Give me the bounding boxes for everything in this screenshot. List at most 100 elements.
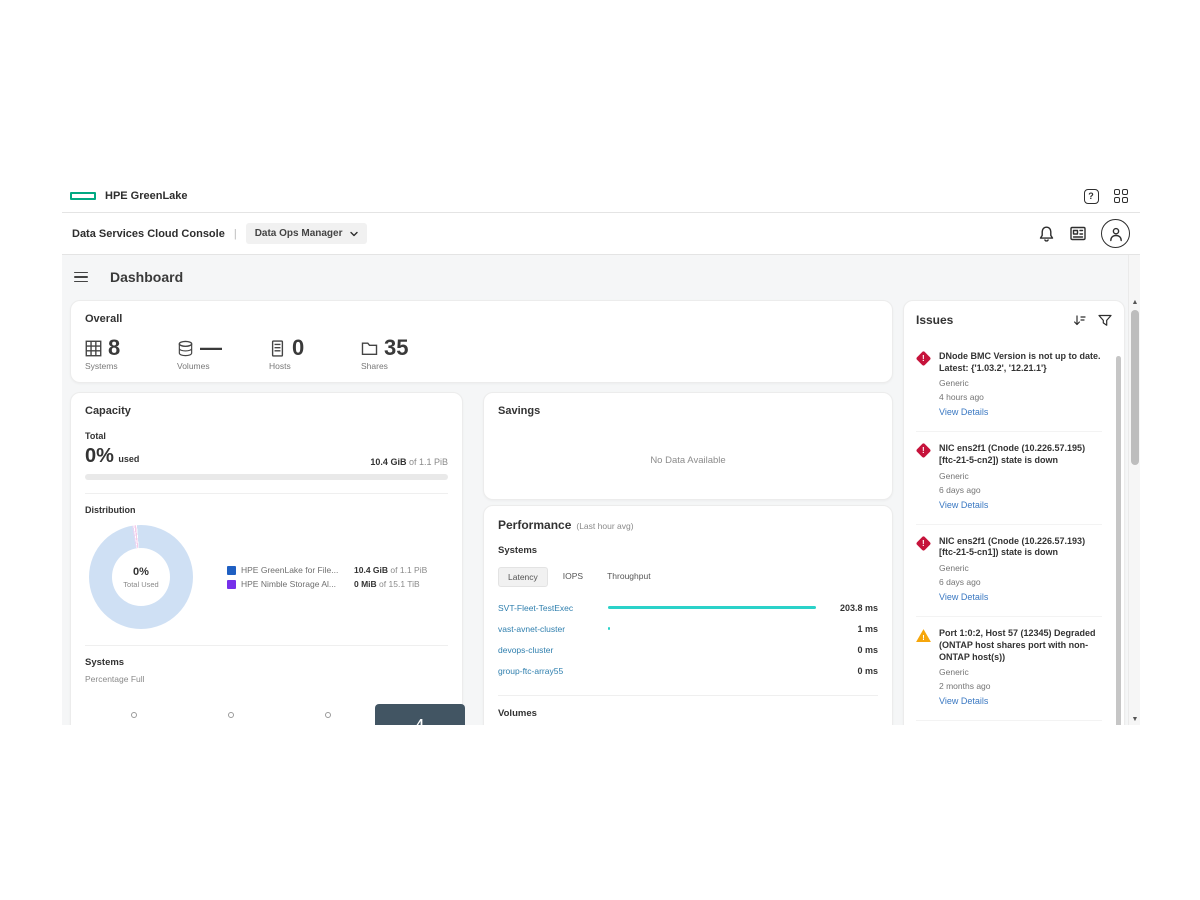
issue-time: 2 months ago [939,681,1102,691]
tab-throughput[interactable]: Throughput [598,567,659,587]
top-header: HPE GreenLake ? [62,180,1140,213]
view-details-link[interactable]: View Details [939,500,988,510]
stat-volumes: — Volumes [177,337,225,371]
critical-severity-icon: ! [916,351,932,367]
capacity-percent-used: 0% used [85,446,139,467]
donut-center: 0% Total Used [112,548,170,606]
scrollbar-up-arrow[interactable]: ▲ [1129,299,1140,306]
news-feed-icon[interactable] [1069,225,1087,242]
app-selector-dropdown[interactable]: Data Ops Manager [246,223,367,244]
divider [85,645,448,646]
hosts-icon [269,340,286,357]
sort-icon[interactable] [1073,314,1086,327]
scrollbar-thumb[interactable] [1131,310,1139,465]
distribution-label: Distribution [85,505,448,515]
stat-label: Volumes [177,361,225,371]
stat-hosts: 0 Hosts [269,337,317,371]
systems-mini-chart: 4 [85,686,448,725]
stat-shares: 35 Shares [361,337,409,371]
performance-card: Performance (Last hour avg) Systems Late… [483,505,893,725]
latency-bar [608,627,610,630]
view-details-link[interactable]: View Details [939,407,988,417]
issue-title: NIC ens2f1 (Cnode (10.226.57.193) [ftc-2… [939,536,1102,559]
critical-severity-icon: ! [916,443,932,459]
chart-point[interactable] [228,712,234,718]
help-icon[interactable]: ? [1084,189,1099,204]
system-link[interactable]: SVT-Fleet-TestExec [498,603,602,613]
issues-title: Issues [916,313,953,327]
divider [85,493,448,494]
capacity-amount: 10.4 GiB of 1.1 PiB [370,457,448,467]
tab-latency[interactable]: Latency [498,567,548,587]
legend-item: HPE GreenLake for File... 10.4 GiB of 1.… [227,565,427,575]
chart-point[interactable] [325,712,331,718]
view-details-link[interactable]: View Details [939,592,988,602]
chart-point[interactable] [131,712,137,718]
view-details-link[interactable]: View Details [939,696,988,706]
page-scrollbar[interactable]: ▲ ▼ [1128,255,1140,725]
overall-title: Overall [85,313,878,325]
latency-bar [608,606,816,609]
stat-value: — [200,337,222,359]
shares-icon [361,340,378,357]
person-icon [1107,225,1125,243]
latency-value: 203.8 ms [826,603,878,613]
capacity-card: Capacity Total 0% used 10.4 GiB of 1.1 P… [70,392,463,725]
notifications-bell-icon[interactable] [1038,225,1055,243]
issue-time: 4 hours ago [939,392,1102,402]
system-link[interactable]: devops-cluster [498,645,602,655]
issue-category: Generic [939,378,1102,388]
tab-iops[interactable]: IOPS [554,567,592,587]
issue-time: 6 days ago [939,485,1102,495]
issue-title: DNode BMC Version is not up to date. Lat… [939,351,1102,374]
capacity-donut-chart: 0% Total Used [89,525,193,629]
volumes-section-label: Volumes [498,708,878,719]
performance-title: Performance [498,518,571,532]
performance-row: devops-cluster 0 ms [498,645,878,654]
performance-subtitle: (Last hour avg) [576,521,633,531]
chevron-down-icon [350,231,358,237]
performance-tabs: Latency IOPS Throughput [498,567,878,587]
issues-panel: Issues ! DNode BMC Version is not up to … [903,300,1125,725]
performance-row: SVT-Fleet-TestExec 203.8 ms [498,603,878,612]
issue-title: Port 1:0:2, Host 57 (12345) Degraded (ON… [939,628,1102,663]
issue-category: Generic [939,667,1102,677]
page-title: Dashboard [110,269,183,285]
filter-funnel-icon[interactable] [1098,314,1112,327]
header-separator: | [234,228,237,240]
divider [498,695,878,696]
percentage-full-axis-label: Percentage Full [85,674,448,684]
brand[interactable]: HPE GreenLake [70,190,188,202]
capacity-progress-bar [85,474,448,480]
issue-category: Generic [939,563,1102,573]
issues-list: ! DNode BMC Version is not up to date. L… [916,351,1112,725]
issues-scrollbar-thumb[interactable] [1116,356,1121,725]
warning-severity-icon: ! [916,629,931,642]
system-link[interactable]: group-ftc-array55 [498,666,602,676]
scrollbar-down-arrow[interactable]: ▼ [1129,716,1140,723]
issues-scrollbar[interactable] [1116,356,1121,725]
overall-card: Overall 8 Systems — Volumes [70,300,893,383]
capacity-systems-label: Systems [85,657,448,668]
systems-icon [85,340,102,357]
savings-title: Savings [498,405,878,417]
hpe-logo-icon [70,192,96,200]
issue-time: 6 days ago [939,577,1102,587]
critical-severity-icon: ! [916,535,932,551]
no-data-text: No Data Available [498,455,878,466]
stat-value: 35 [384,337,408,359]
issue-item: ! NIC ens2f1 (Cnode (10.226.57.195) [ftc… [916,443,1102,524]
chart-tooltip: 4 [375,704,465,725]
menu-hamburger-icon[interactable] [74,272,88,283]
stat-systems: 8 Systems [85,337,133,371]
issue-title: NIC ens2f1 (Cnode (10.226.57.195) [ftc-2… [939,443,1102,466]
user-avatar[interactable] [1101,219,1130,248]
system-link[interactable]: vast-avnet-cluster [498,624,602,634]
apps-grid-icon[interactable] [1114,189,1129,204]
issue-item: ! DNode BMC Version is not up to date. L… [916,351,1102,432]
legend-swatch [227,580,236,589]
capacity-total-label: Total [85,431,448,441]
stat-label: Shares [361,361,409,371]
stat-value: 8 [108,337,120,359]
stat-label: Systems [85,361,133,371]
